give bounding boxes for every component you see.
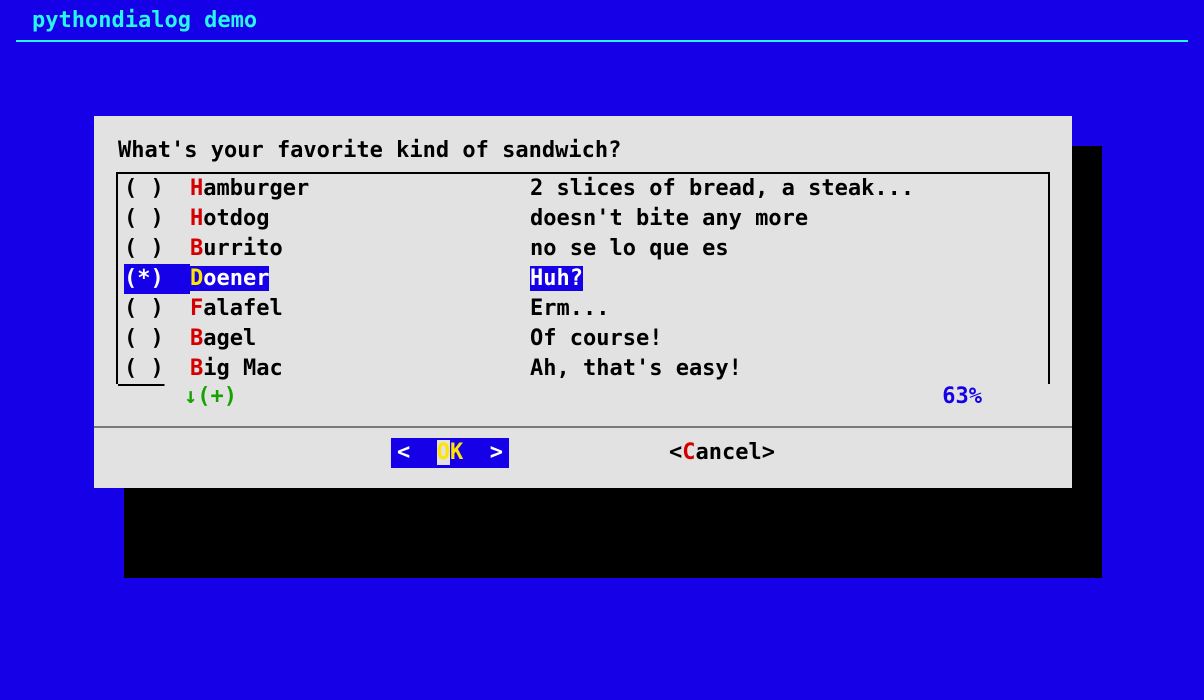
dialog-window: What's your favorite kind of sandwich? (… [94,116,1072,488]
radiolist-check: (*) [124,264,190,294]
ok-button-gt: > [463,440,503,465]
radiolist-item-desc: doesn't bite any more [530,204,1042,234]
dialog-body: What's your favorite kind of sandwich? (… [94,116,1072,488]
radiolist-item-name: Doener [190,264,530,294]
radiolist-item[interactable]: ( ) Hotdogdoesn't bite any more [118,204,1048,234]
button-divider [94,426,1072,428]
cancel-button-hotkey: C [682,440,695,465]
radiolist-item-desc: Erm... [530,294,1042,324]
radiolist-item-name: Big Mac [190,354,530,384]
radiolist-item-name: Bagel [190,324,530,354]
radiolist-item-desc: Huh? [530,264,1042,294]
radiolist-item-name: Burrito [190,234,530,264]
radiolist-item[interactable]: ( ) BagelOf course! [118,324,1048,354]
radiolist-check: ( ) [124,234,190,264]
radiolist-item[interactable]: ( ) FalafelErm... [118,294,1048,324]
more-below-indicator: ↓(+) [184,382,237,412]
radiolist-item-name: Hotdog [190,204,530,234]
scroll-status-row: ↓(+) 63% [114,382,1052,412]
ok-button-hotkey: O [437,440,450,465]
radiolist-item[interactable]: (*) DoenerHuh? [118,264,1048,294]
button-bar: < OK > <Cancel> [114,438,1052,470]
radiolist[interactable]: ( ) Hamburger2 slices of bread, a steak.… [116,172,1050,384]
radiolist-item[interactable]: ( ) Burritono se lo que es [118,234,1048,264]
radiolist-item[interactable]: ( ) Hamburger2 slices of bread, a steak.… [118,174,1048,204]
radiolist-item-name: Hamburger [190,174,530,204]
radiolist-check: ( ) [124,324,190,354]
radiolist-item[interactable]: ( ) Big MacAh, that's easy! [118,354,1048,384]
radiolist-item-desc: Ah, that's easy! [530,354,1042,384]
radiolist-item-desc: 2 slices of bread, a steak... [530,174,1042,204]
radiolist-check: ( ) [124,204,190,234]
ok-button[interactable]: < OK > [391,438,509,468]
radiolist-check: ( ) [124,354,190,384]
radiolist-check: ( ) [124,174,190,204]
ok-button-rest: K [450,440,463,465]
radiolist-item-desc: no se lo que es [530,234,1042,264]
cancel-button-lt: < [669,440,682,465]
cancel-button-gt: > [762,440,775,465]
cancel-button-rest: ancel [696,440,762,465]
app-title: pythondialog demo [16,0,1188,42]
cancel-button[interactable]: <Cancel> [669,438,775,468]
dialog-prompt: What's your favorite kind of sandwich? [118,136,1048,166]
radiolist-item-name: Falafel [190,294,530,324]
radiolist-check: ( ) [124,294,190,324]
radiolist-item-desc: Of course! [530,324,1042,354]
ok-button-lt: < [397,440,437,465]
scroll-percent: 63% [942,382,982,412]
